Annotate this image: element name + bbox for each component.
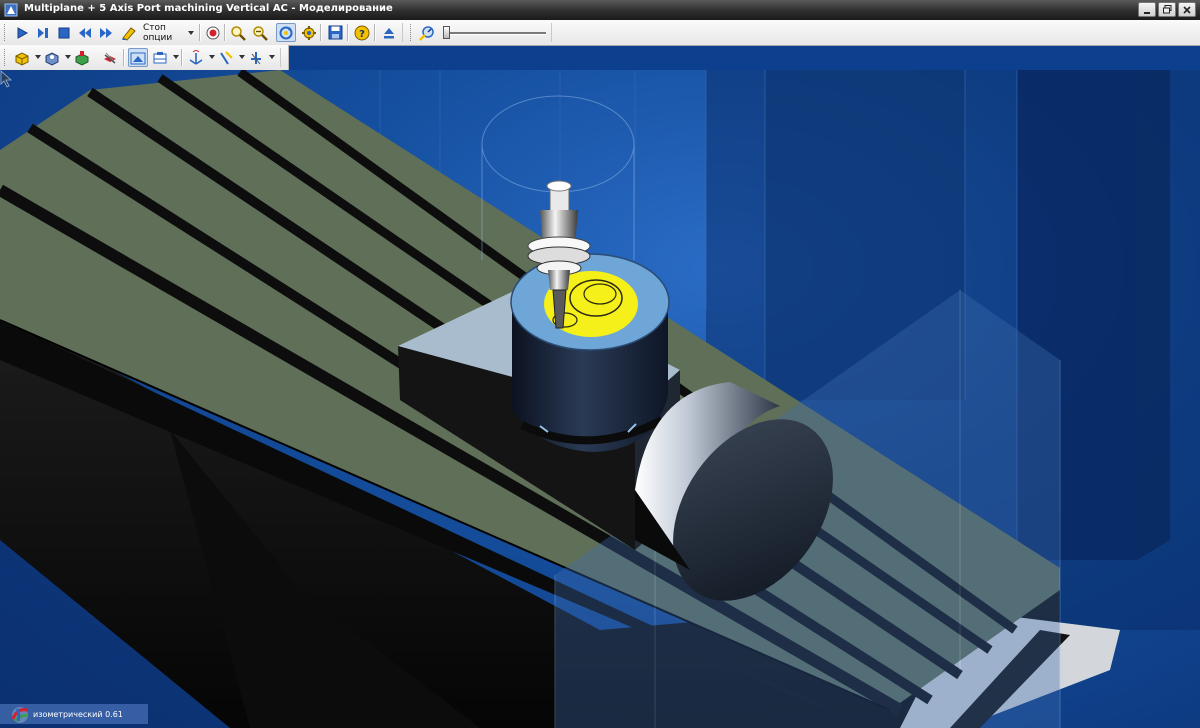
- stop-options-dropdown[interactable]: Стоп опции: [140, 23, 196, 43]
- speed-slider-thumb[interactable]: [443, 26, 450, 39]
- restore-icon: [1162, 5, 1171, 14]
- eject-button[interactable]: [379, 23, 399, 42]
- restore-button[interactable]: [1158, 2, 1176, 17]
- speed-icon: [419, 25, 434, 41]
- play-button[interactable]: [12, 23, 32, 42]
- chevron-down-icon[interactable]: [269, 55, 275, 59]
- axis-x-button[interactable]: [216, 48, 236, 67]
- minimize-icon: [1144, 11, 1150, 14]
- workpiece-cylinder: [510, 253, 670, 452]
- forward-button[interactable]: [96, 23, 116, 42]
- record-button[interactable]: [203, 23, 223, 42]
- axis-x-icon: [220, 50, 233, 65]
- toolbar-separator: [224, 24, 226, 41]
- verify-icon: [122, 26, 136, 41]
- toolbar-separator: [320, 24, 322, 41]
- chevron-down-icon[interactable]: [239, 55, 245, 59]
- machine-button[interactable]: [100, 48, 120, 67]
- view-toolbar: [0, 45, 289, 71]
- view-status-label: изометрический 0.61: [33, 710, 123, 719]
- speed-button[interactable]: [417, 23, 437, 42]
- eject-icon: [384, 27, 394, 38]
- rewind-icon: [79, 27, 91, 38]
- simulation-toolbar: Стоп опции ?: [0, 20, 1200, 46]
- toolbar-separator: [374, 24, 376, 41]
- zoom-in-button[interactable]: [228, 23, 248, 42]
- play-icon: [17, 26, 29, 39]
- zoom-in-icon: [231, 25, 246, 41]
- view-button[interactable]: [128, 48, 148, 67]
- stock-icon: [15, 51, 29, 66]
- forward-icon: [100, 27, 112, 38]
- help-button[interactable]: ?: [352, 23, 372, 42]
- help-icon: ?: [354, 25, 370, 40]
- toolbar-chevron[interactable]: [551, 23, 557, 42]
- toolbar-separator: [199, 24, 201, 41]
- window-title: Multiplane + 5 Axis Port machining Verti…: [24, 3, 393, 14]
- close-button[interactable]: [1178, 2, 1196, 17]
- save-button[interactable]: [325, 23, 345, 42]
- chevron-down-icon[interactable]: [65, 55, 71, 59]
- app-logo-icon: [11, 707, 28, 723]
- speed-slider[interactable]: [443, 24, 550, 41]
- speed-slider-track: [449, 32, 546, 35]
- minimize-button[interactable]: [1138, 2, 1156, 17]
- stop-icon: [58, 27, 70, 38]
- zoom-out-icon: [253, 25, 268, 41]
- toolbar-chevron[interactable]: [402, 23, 408, 42]
- toolbar-chevron[interactable]: [280, 48, 286, 67]
- axis-view-icon: [189, 49, 203, 65]
- toolbar-separator: [347, 24, 349, 41]
- toolbar-grip[interactable]: [410, 24, 414, 41]
- section-button[interactable]: [150, 48, 170, 67]
- rewind-button[interactable]: [75, 23, 95, 42]
- workpiece-button[interactable]: [42, 48, 62, 67]
- axis-y-button[interactable]: [246, 48, 266, 67]
- fixture-button[interactable]: [72, 48, 92, 67]
- app-window: Multiplane + 5 Axis Port machining Verti…: [0, 0, 1200, 728]
- chevron-down-icon[interactable]: [209, 55, 215, 59]
- chevron-down-icon[interactable]: [35, 55, 41, 59]
- zoom-out-button[interactable]: [250, 23, 270, 42]
- mouse-cursor-icon: [0, 70, 13, 88]
- step-icon: [38, 27, 48, 38]
- section-icon: [153, 51, 167, 63]
- stop-button[interactable]: [54, 23, 74, 42]
- simulation-viewport[interactable]: [0, 70, 1200, 728]
- verify-button[interactable]: [119, 23, 139, 42]
- toolbar-grip[interactable]: [4, 49, 8, 66]
- save-icon: [328, 25, 342, 40]
- rotate-view-icon: [279, 26, 293, 39]
- settings-button[interactable]: [299, 23, 319, 42]
- workpiece-icon: [45, 51, 59, 66]
- machine-scene: [0, 70, 1200, 728]
- close-icon: [1183, 5, 1191, 14]
- rotate-view-button[interactable]: [276, 23, 296, 42]
- toolbar-separator: [123, 49, 125, 66]
- settings-icon: [302, 25, 316, 40]
- chevron-down-icon: [188, 31, 194, 35]
- record-icon: [206, 26, 220, 39]
- step-button[interactable]: [33, 23, 53, 42]
- svg-text:?: ?: [359, 29, 365, 40]
- fixture-icon: [75, 50, 89, 66]
- toolbar-grip[interactable]: [4, 24, 8, 41]
- stock-button[interactable]: [12, 48, 32, 67]
- toolbar-separator: [181, 49, 183, 66]
- app-icon: [4, 3, 18, 17]
- axis-y-icon: [251, 51, 261, 64]
- view-icon: [130, 52, 146, 64]
- axis-view-button[interactable]: [186, 48, 206, 67]
- machine-icon: [104, 52, 116, 64]
- chevron-down-icon[interactable]: [173, 55, 179, 59]
- title-bar: Multiplane + 5 Axis Port machining Verti…: [0, 0, 1200, 21]
